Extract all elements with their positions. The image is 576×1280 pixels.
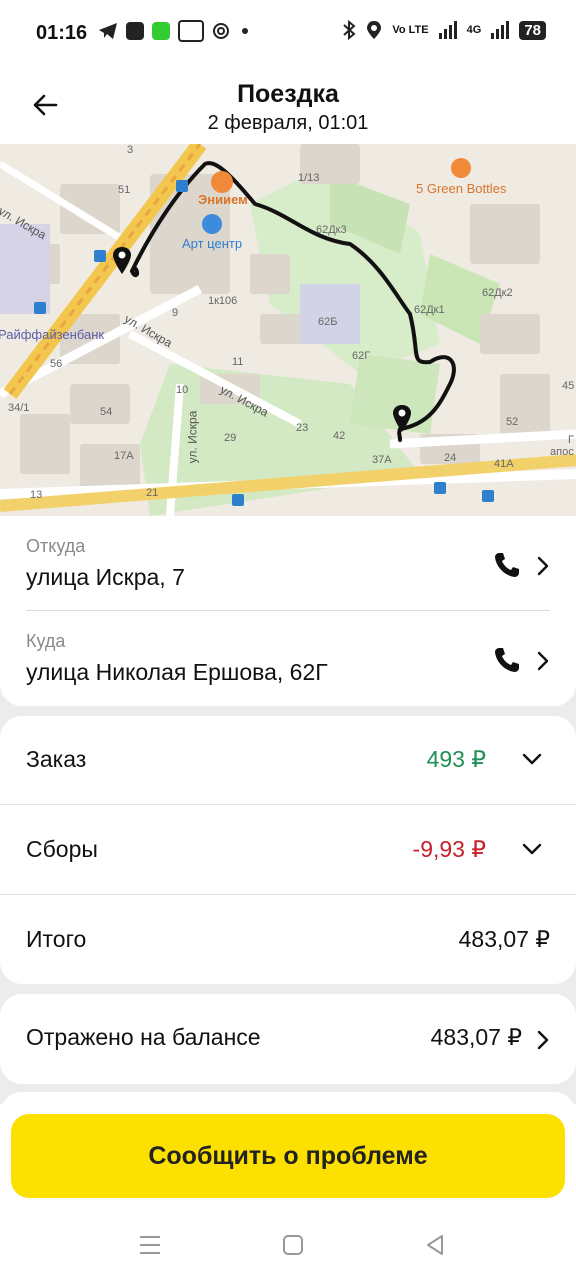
- trip-map[interactable]: Эниием Арт центр 5 Green Bottles Райффай…: [0, 144, 576, 516]
- house-number: 9: [172, 307, 179, 319]
- header: Поездка 2 февраля, 01:01: [0, 64, 576, 144]
- route-addresses-card: Откуда улица Искра, 7 Куда улица Николая…: [0, 516, 576, 706]
- to-address: улица Николая Ершова, 62Г: [26, 659, 328, 685]
- bus-stop-icon: [94, 250, 106, 262]
- house-number: 21: [146, 487, 159, 499]
- phone-icon[interactable]: [492, 645, 522, 675]
- app-icon: [126, 22, 144, 40]
- house-number: 23: [296, 422, 309, 434]
- house-number: 10: [176, 384, 189, 396]
- house-number: 11: [232, 356, 244, 368]
- signal-icon: [491, 21, 510, 39]
- payment-breakdown-card: Заказ 493 ₽ Сборы -9,93 ₽ Итого 483,07 ₽: [0, 716, 576, 984]
- bus-stop-icon: [34, 302, 46, 314]
- balance-amount: 483,07 ₽: [430, 1024, 522, 1050]
- report-problem-button[interactable]: Сообщить о проблеме: [11, 1114, 565, 1198]
- app-icon: [178, 20, 204, 42]
- map-label-edge: апос: [550, 446, 574, 458]
- house-number: 24: [444, 452, 457, 464]
- system-nav-bar: [0, 1212, 576, 1280]
- divider: [0, 894, 576, 895]
- system-icons: Vo LTE 4G 78: [342, 20, 546, 40]
- telegram-icon: [99, 23, 117, 39]
- order-row[interactable]: Заказ 493 ₽: [0, 716, 576, 806]
- finish-pin-icon: [393, 405, 411, 432]
- house-number: 62Дк1: [414, 304, 445, 316]
- page-title: Поездка: [237, 80, 339, 108]
- battery-indicator: 78: [519, 20, 546, 40]
- network-label-2: 4G: [466, 24, 482, 36]
- chevron-right-icon[interactable]: [536, 556, 550, 576]
- location-icon: [367, 21, 382, 39]
- house-number: 17А: [114, 450, 134, 462]
- house-number: 1/13: [298, 172, 320, 184]
- house-number: 62Дк2: [482, 287, 513, 299]
- start-pin-icon: [113, 247, 131, 274]
- more-dot: [242, 28, 248, 34]
- house-number: 52: [506, 416, 519, 428]
- chevron-down-icon[interactable]: [522, 842, 542, 856]
- total-amount: 483,07 ₽: [458, 926, 550, 952]
- map-label-green-bottles: 5 Green Bottles: [416, 181, 507, 196]
- status-time: 01:16: [36, 22, 88, 44]
- signal-icon: [438, 21, 457, 39]
- house-number: 51: [118, 184, 131, 196]
- fees-amount: -9,93 ₽: [412, 836, 486, 862]
- order-amount: 493 ₽: [426, 746, 486, 772]
- from-address: улица Искра, 7: [26, 564, 185, 590]
- house-number: 62Г: [352, 350, 371, 362]
- fees-row[interactable]: Сборы -9,93 ₽: [0, 806, 576, 896]
- house-number: 1к106: [208, 295, 238, 307]
- fees-label: Сборы: [26, 836, 98, 862]
- bus-stop-icon: [232, 494, 244, 506]
- app-icon: [152, 22, 170, 40]
- bus-stop-icon: [176, 180, 188, 192]
- status-bar: 01:16 Vo LTE 4G 78: [0, 0, 576, 64]
- house-number: 29: [224, 432, 237, 444]
- page-subtitle: 2 февраля, 01:01: [207, 112, 369, 134]
- bluetooth-icon: [343, 20, 356, 40]
- menu-icon[interactable]: [138, 1234, 162, 1256]
- map-label-enim: Эниием: [198, 192, 248, 207]
- house-number: 62Б: [318, 316, 338, 328]
- to-address-row[interactable]: Куда улица Николая Ершова, 62Г: [26, 611, 550, 705]
- spiral-icon: [213, 23, 229, 39]
- house-number: 13: [30, 489, 43, 501]
- chevron-right-icon[interactable]: [536, 651, 550, 671]
- balance-card[interactable]: Отражено на балансе 483,07 ₽: [0, 994, 576, 1084]
- phone-icon[interactable]: [492, 550, 522, 580]
- back-triangle-icon[interactable]: [424, 1234, 446, 1256]
- balance-label: Отражено на балансе: [26, 1024, 261, 1050]
- from-address-row[interactable]: Откуда улица Искра, 7: [26, 516, 550, 610]
- map-label-raiffeisen: Райффайзенбанк: [0, 327, 105, 342]
- total-label: Итого: [26, 926, 87, 952]
- house-number: 56: [50, 358, 63, 370]
- chevron-down-icon[interactable]: [522, 752, 542, 766]
- total-row: Итого 483,07 ₽: [0, 896, 576, 986]
- divider: [0, 804, 576, 805]
- house-number: 62Дк3: [316, 224, 347, 236]
- house-number: 37А: [372, 454, 392, 466]
- network-label: Vo LTE: [392, 24, 429, 36]
- to-label: Куда: [26, 631, 66, 651]
- chevron-right-icon[interactable]: [536, 1030, 550, 1050]
- house-number: 42: [333, 430, 346, 442]
- bus-stop-icon: [434, 482, 446, 494]
- notification-icons: [98, 20, 248, 42]
- house-number: 45: [562, 380, 575, 392]
- house-number: 34/1: [8, 402, 30, 414]
- map-label-street: ул. Искра: [185, 410, 200, 464]
- bus-stop-icon: [482, 490, 494, 502]
- house-number: 3: [127, 144, 134, 156]
- house-number: 54: [100, 406, 113, 418]
- order-label: Заказ: [26, 746, 87, 772]
- home-icon[interactable]: [282, 1234, 304, 1256]
- from-label: Откуда: [26, 536, 86, 556]
- map-label-art-center: Арт центр: [182, 236, 243, 251]
- house-number: 41А: [494, 458, 514, 470]
- map-label-edge: Г: [568, 434, 574, 446]
